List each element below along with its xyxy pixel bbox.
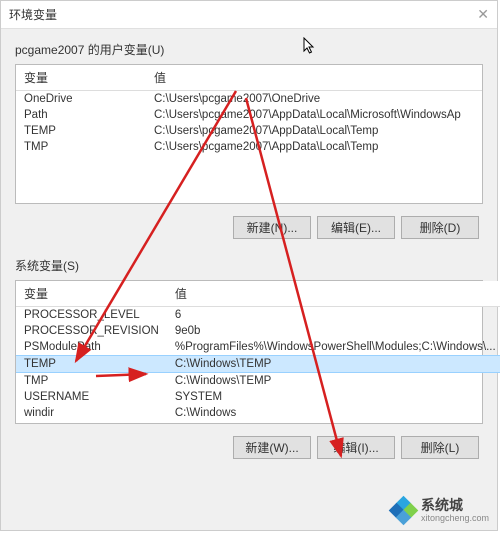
window-title: 环境变量 [9,6,57,23]
table-row[interactable]: PROCESSOR_LEVEL6 [16,307,500,324]
table-row[interactable]: PSModulePath%ProgramFiles%\WindowsPowerS… [16,339,500,356]
system-vars-label: 系统变量(S) [15,257,483,274]
system-vars-panel: 变量 值 PROCESSOR_LEVEL6 PROCESSOR_REVISION… [15,280,483,424]
watermark: 系统城 xitongcheng.com [391,498,489,524]
delete-system-button[interactable]: 删除(L) [401,436,479,459]
table-row[interactable]: TEMPC:\Windows\TEMP [16,356,500,373]
user-vars-panel: 变量 值 OneDriveC:\Users\pcgame2007\OneDriv… [15,64,483,204]
close-icon[interactable]: ✕ [477,6,489,23]
system-vars-table[interactable]: 变量 值 PROCESSOR_LEVEL6 PROCESSOR_REVISION… [16,281,500,421]
col-value[interactable]: 值 [146,65,482,91]
table-row[interactable]: windirC:\Windows [16,405,500,421]
table-row[interactable]: TMPC:\Windows\TEMP [16,373,500,390]
table-row[interactable]: TEMPC:\Users\pcgame2007\AppData\Local\Te… [16,123,482,139]
title-bar: 环境变量 ✕ [1,1,497,29]
user-buttons: 新建(N)... 编辑(E)... 删除(D) [15,208,483,245]
watermark-en: xitongcheng.com [421,514,489,524]
system-buttons: 新建(W)... 编辑(I)... 删除(L) [15,428,483,465]
col-value[interactable]: 值 [167,281,500,307]
new-system-button[interactable]: 新建(W)... [233,436,311,459]
watermark-logo-icon [391,498,417,524]
col-name[interactable]: 变量 [16,65,146,91]
edit-system-button[interactable]: 编辑(I)... [317,436,395,459]
new-user-button[interactable]: 新建(N)... [233,216,311,239]
user-vars-label: pcgame2007 的用户变量(U) [15,41,483,58]
env-vars-dialog: 环境变量 ✕ pcgame2007 的用户变量(U) 变量 值 OneDrive… [0,0,498,531]
table-row[interactable]: OneDriveC:\Users\pcgame2007\OneDrive [16,91,482,108]
user-vars-table[interactable]: 变量 值 OneDriveC:\Users\pcgame2007\OneDriv… [16,65,482,155]
dialog-content: pcgame2007 的用户变量(U) 变量 值 OneDriveC:\User… [1,29,497,477]
col-name[interactable]: 变量 [16,281,167,307]
watermark-cn: 系统城 [421,498,489,513]
table-row[interactable]: PathC:\Users\pcgame2007\AppData\Local\Mi… [16,107,482,123]
delete-user-button[interactable]: 删除(D) [401,216,479,239]
table-row[interactable]: TMPC:\Users\pcgame2007\AppData\Local\Tem… [16,139,482,155]
table-row[interactable]: USERNAMESYSTEM [16,389,500,405]
table-row[interactable]: PROCESSOR_REVISION9e0b [16,323,500,339]
edit-user-button[interactable]: 编辑(E)... [317,216,395,239]
